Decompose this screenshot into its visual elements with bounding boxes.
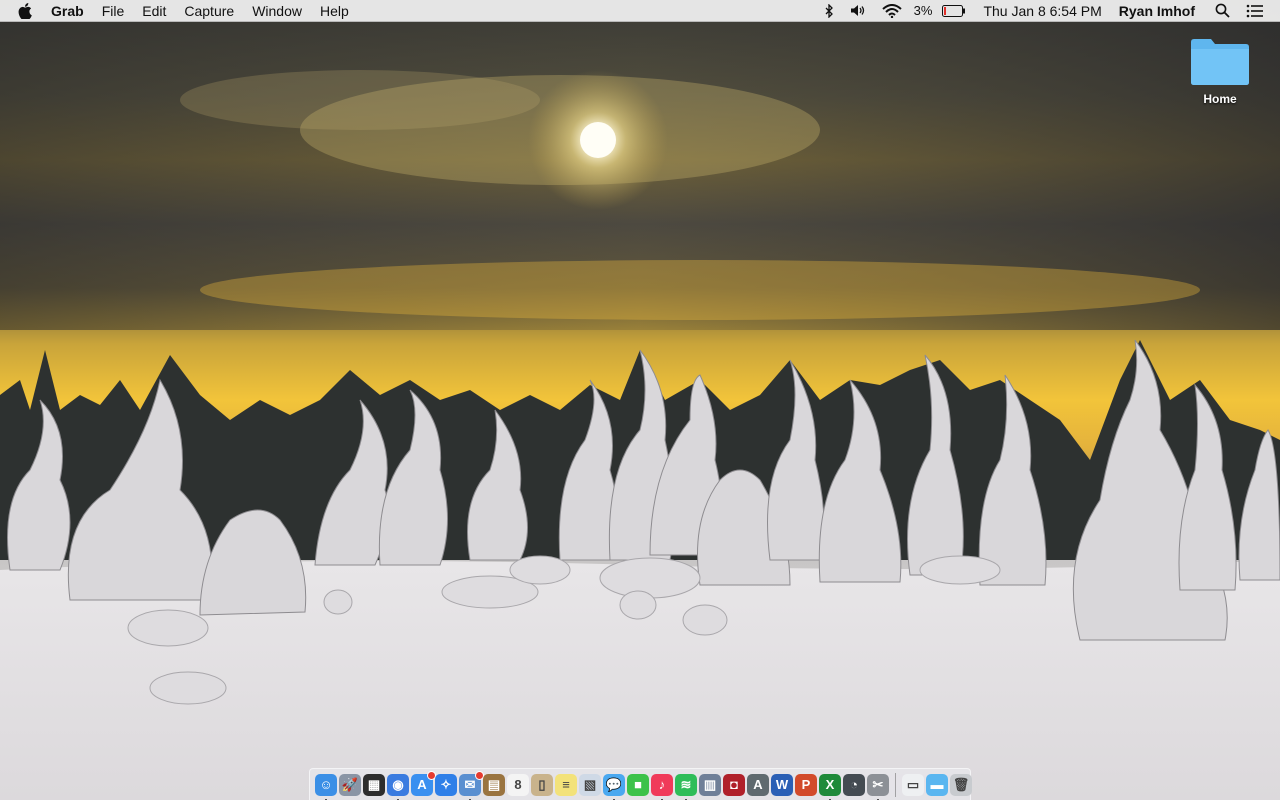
app-menu-grab[interactable]: Grab — [42, 0, 93, 22]
dock-spotify-icon[interactable]: ≋ — [675, 773, 697, 800]
dock-documents-stack-icon[interactable]: ▭ — [902, 773, 924, 796]
dock-preview-icon[interactable]: ▧ — [579, 773, 601, 796]
folder-icon — [1191, 39, 1249, 85]
menu-clock[interactable]: Thu Jan 8 6:54 PM — [974, 0, 1110, 22]
dock-facetime-icon[interactable]: ■ — [627, 773, 649, 796]
notification-center-icon[interactable] — [1238, 0, 1272, 22]
menu-capture[interactable]: Capture — [175, 0, 243, 22]
dock-grab-icon[interactable]: ✂ — [867, 773, 889, 800]
menu-file[interactable]: File — [93, 0, 134, 22]
dock-contacts-icon[interactable]: ▯ — [531, 773, 553, 796]
dock-photo-booth-icon[interactable]: ◘ — [723, 773, 745, 796]
menu-bar: Grab File Edit Capture Window Help 3% Th… — [0, 0, 1280, 22]
dock-app-store-icon[interactable]: A — [411, 770, 436, 796]
dock-downloads-folder-icon[interactable]: ▬ — [926, 773, 948, 796]
dock-safari-icon[interactable]: ✧ — [435, 773, 457, 796]
dock-mail-icon[interactable]: ✉ — [459, 770, 484, 800]
dock-trash-icon[interactable]: 🗑 — [950, 773, 972, 796]
battery-percentage: 3% — [913, 2, 933, 18]
apple-menu-icon[interactable] — [0, 0, 42, 22]
menu-help[interactable]: Help — [311, 0, 358, 22]
desktop-item-label: Home — [1203, 92, 1237, 106]
menu-edit[interactable]: Edit — [133, 0, 175, 22]
desktop-item-home[interactable]: Home — [1186, 36, 1254, 106]
dock-itunes-icon[interactable]: ♪ — [651, 773, 673, 800]
user-menu[interactable]: Ryan Imhof — [1111, 0, 1207, 22]
dock-notefile-icon[interactable]: ▤ — [483, 773, 505, 796]
menu-window[interactable]: Window — [243, 0, 311, 22]
dock-time-machine-icon[interactable]: ◔ — [843, 773, 865, 796]
battery-icon[interactable] — [934, 0, 974, 22]
dock-calendar-icon[interactable]: 8 — [507, 773, 529, 796]
dock-image-capture-icon[interactable]: ▥ — [699, 773, 721, 796]
dock-notes-icon[interactable]: ≡ — [555, 773, 577, 796]
bluetooth-icon[interactable] — [817, 0, 842, 22]
spotlight-icon[interactable] — [1207, 0, 1238, 22]
dock-chrome-icon[interactable]: ◉ — [387, 773, 409, 800]
dock-finder-icon[interactable]: ☺ — [315, 773, 337, 800]
dock-launchpad-icon[interactable]: 🚀 — [339, 773, 361, 796]
dock-powerpoint-icon[interactable]: P — [795, 773, 817, 796]
dock-word-icon[interactable]: W — [771, 773, 793, 796]
dock-separator — [895, 772, 896, 797]
dock-excel-icon[interactable]: X — [819, 773, 841, 800]
wifi-icon[interactable] — [874, 0, 910, 22]
dock: ☺ 🚀 ▦ ◉ A ✧ ✉ ▤ 8 ▯ ≡ ▧ 💬 ■ ♪ ≋ ▥ ◘ A W P X ◔ ✂ ▭ ▬ 🗑 — [309, 768, 972, 800]
dock-font-book-icon[interactable]: A — [747, 773, 769, 796]
dock-mission-control-icon[interactable]: ▦ — [363, 773, 385, 796]
dock-messages-icon[interactable]: 💬 — [603, 773, 625, 800]
volume-icon[interactable] — [842, 0, 874, 22]
desktop-wallpaper — [0, 0, 1280, 800]
